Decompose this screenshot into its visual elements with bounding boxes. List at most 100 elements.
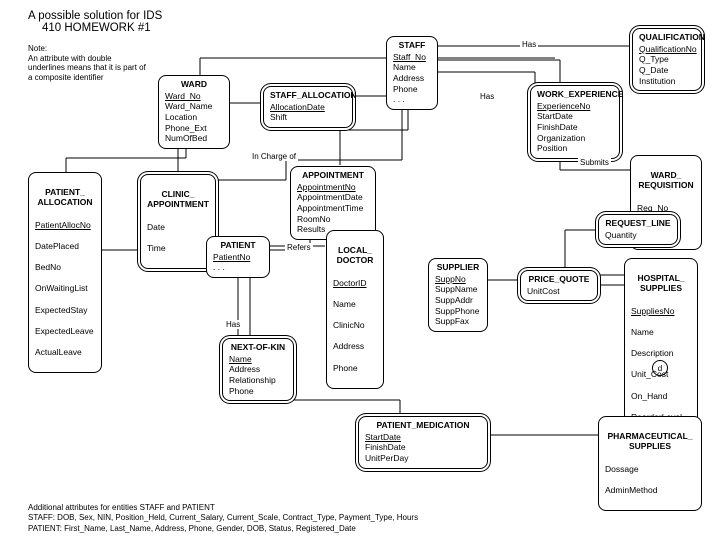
attr: Organization	[537, 133, 613, 144]
attr-id: AppointmentNo	[297, 182, 369, 193]
attr: . . .	[393, 94, 431, 105]
title-line2: 410 HOMEWORK #1	[42, 22, 162, 34]
label-has: Has	[520, 40, 538, 49]
entity-name: SUPPLIER	[435, 262, 481, 273]
entity-staff-allocation: STAFF_ALLOCATION AllocationDate Shift	[263, 86, 353, 128]
attr-id: SuppliesNo	[631, 306, 691, 317]
entity-request-line: REQUEST_LINE Quantity	[598, 214, 678, 245]
entity-qualification: QUALIFICATION QualificationNo Q_Type Q_D…	[632, 28, 702, 91]
label-submits: Submits	[578, 158, 611, 167]
entity-name: REQUEST_LINE	[605, 218, 671, 229]
attr: Address	[229, 364, 287, 375]
disjoint-d-circle: d	[652, 360, 668, 376]
entity-name: CLINIC_ APPOINTMENT	[147, 189, 209, 210]
attr: Address	[393, 73, 431, 84]
attr: UnitCost	[527, 286, 591, 297]
attr: Address	[333, 341, 377, 352]
attr-id: AllocationDate	[270, 102, 346, 113]
attr: UnitPerDay	[365, 453, 481, 464]
attr: FinishDate	[365, 442, 481, 453]
attr-id: PatientAllocNo	[35, 220, 95, 231]
entity-name: WARD	[165, 79, 223, 90]
entity-name: PATIENT_ ALLOCATION	[35, 187, 95, 208]
entity-hospital-supplies: HOSPITAL_ SUPPLIES SuppliesNo Name Descr…	[624, 258, 698, 438]
attr: Phone	[229, 386, 287, 397]
label-refers: Refers	[285, 243, 313, 252]
attr: FinishDate	[537, 122, 613, 133]
entity-ward: WARD Ward_No Ward_Name Location Phone_Ex…	[158, 75, 230, 149]
attr: Quantity	[605, 230, 671, 241]
attr: Name	[393, 62, 431, 73]
attr: ExpectedStay	[35, 305, 95, 316]
entity-clinic-appointment: CLINIC_ APPOINTMENT Date Time	[140, 174, 216, 269]
attr: SuppName	[435, 284, 481, 295]
attr-id: Req_No	[637, 203, 695, 214]
attr: AdminMethod	[605, 485, 695, 496]
attr-id: Ward_No	[165, 91, 223, 102]
attr: AppointmentTime	[297, 203, 369, 214]
attr: . . .	[213, 262, 263, 273]
entity-name: WORK_EXPERIENCE	[537, 89, 613, 100]
entity-name: WARD_ REQUISITION	[637, 170, 695, 191]
attr-id: PatientNo	[213, 252, 263, 263]
entity-name: PATIENT	[213, 240, 263, 251]
attr: Q_Type	[639, 54, 695, 65]
attr: RoomNo	[297, 214, 369, 225]
entity-price-quote: PRICE_QUOTE UnitCost	[520, 270, 598, 301]
attr: ExpectedLeave	[35, 326, 95, 337]
entity-work-experience: WORK_EXPERIENCE ExperienceNo StartDate F…	[530, 85, 620, 159]
title-block: A possible solution for IDS 410 HOMEWORK…	[28, 10, 162, 34]
attr: Location	[165, 112, 223, 123]
title-line1: A possible solution for IDS	[28, 10, 162, 22]
note-block: Note: An attribute with double underline…	[28, 44, 148, 82]
attr: Name	[631, 327, 691, 338]
attr: ActualLeave	[35, 347, 95, 358]
entity-name: APPOINTMENT	[297, 170, 369, 181]
attr: Dossage	[605, 464, 695, 475]
attr: Q_Date	[639, 65, 695, 76]
attr: SuppPhone	[435, 306, 481, 317]
attr: ClinicNo	[333, 320, 377, 331]
entity-patient: PATIENT PatientNo . . .	[206, 236, 270, 278]
entity-patient-medication: PATIENT_MEDICATION StartDate FinishDate …	[358, 416, 488, 469]
entity-staff: STAFF Staff_No Name Address Phone . . .	[386, 36, 438, 110]
entity-name: LOCAL_ DOCTOR	[333, 245, 377, 266]
footer-staff-attrs: STAFF: DOB, Sex, NIN, Position_Held, Cur…	[28, 513, 418, 523]
entity-name: PRICE_QUOTE	[527, 274, 591, 285]
entity-name: PHARMACEUTICAL_ SUPPLIES	[605, 431, 695, 452]
attr: AppointmentDate	[297, 192, 369, 203]
footer-notes: Additional attributes for entities STAFF…	[28, 503, 418, 534]
attr: StartDate	[537, 111, 613, 122]
entity-name: STAFF	[393, 40, 431, 51]
attr: SuppFax	[435, 316, 481, 327]
attr-id: SuppNo	[435, 274, 481, 285]
attr: NumOfBed	[165, 133, 223, 144]
attr: Ward_Name	[165, 101, 223, 112]
footer-heading: Additional attributes for entities STAFF…	[28, 503, 418, 513]
attr-id: DoctorID	[333, 278, 377, 289]
entity-name: QUALIFICATION	[639, 32, 695, 43]
entity-name: STAFF_ALLOCATION	[270, 90, 346, 101]
attr: Time	[147, 243, 209, 254]
attr: OnWaitingList	[35, 283, 95, 294]
attr-id: Staff_No	[393, 52, 431, 63]
entity-appointment: APPOINTMENT AppointmentNo AppointmentDat…	[290, 166, 376, 240]
attr-id: StartDate	[365, 432, 481, 443]
entity-patient-allocation: PATIENT_ ALLOCATION PatientAllocNo DateP…	[28, 172, 102, 373]
entity-supplier: SUPPLIER SuppNo SuppName SuppAddr SuppPh…	[428, 258, 488, 332]
attr-id: Name	[229, 354, 287, 365]
footer-patient-attrs: PATIENT: First_Name, Last_Name, Address,…	[28, 524, 418, 534]
label-in-charge-of: In Charge of	[250, 152, 298, 161]
entity-name: HOSPITAL_ SUPPLIES	[631, 273, 691, 294]
label-has: Has	[478, 92, 496, 101]
attr-id: ExperienceNo	[537, 101, 613, 112]
entity-name: PATIENT_MEDICATION	[365, 420, 481, 431]
attr: Phone_Ext	[165, 123, 223, 134]
attr: Name	[333, 299, 377, 310]
attr: Position	[537, 143, 613, 154]
attr: Description	[631, 348, 691, 359]
entity-local-doctor: LOCAL_ DOCTOR DoctorID Name ClinicNo Add…	[326, 230, 384, 389]
attr: Date	[147, 222, 209, 233]
label-has: Has	[224, 320, 242, 329]
entity-pharmaceutical-supplies: PHARMACEUTICAL_ SUPPLIES Dossage AdminMe…	[598, 416, 702, 511]
